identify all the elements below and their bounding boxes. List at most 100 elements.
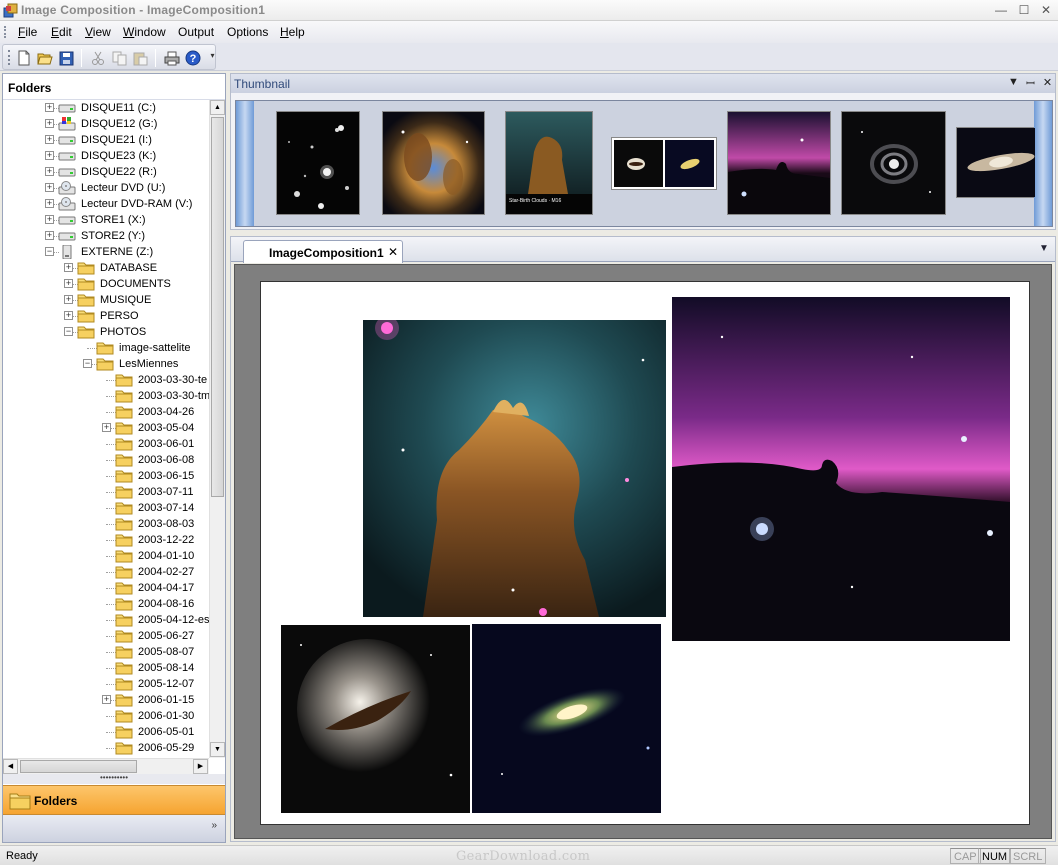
photo-centaurus-galaxy[interactable] bbox=[281, 625, 470, 813]
expand-icon[interactable]: + bbox=[64, 279, 73, 288]
expand-icon[interactable]: + bbox=[102, 423, 111, 432]
tree-item[interactable]: + DISQUE21 (I:) bbox=[3, 132, 209, 148]
tree-item[interactable]: + Lecteur DVD (U:) bbox=[3, 180, 209, 196]
tree-item[interactable]: 2003-06-08 bbox=[3, 452, 209, 468]
scroll-right-icon[interactable]: ▶ bbox=[193, 759, 208, 774]
expand-icon[interactable]: + bbox=[45, 199, 54, 208]
tree-item[interactable]: 2005-12-07 bbox=[3, 676, 209, 692]
thumbnail-scroll-right[interactable] bbox=[1034, 101, 1052, 226]
pin-icon[interactable]: ꟷ bbox=[1024, 76, 1037, 90]
dropdown-icon[interactable]: ▼ bbox=[1007, 76, 1020, 90]
tree-item[interactable]: 2003-06-15 bbox=[3, 468, 209, 484]
photo-pillars-of-creation[interactable] bbox=[363, 320, 666, 617]
toolbar-grip[interactable] bbox=[8, 50, 10, 65]
menu-grip[interactable] bbox=[4, 26, 7, 38]
menu-view[interactable]: View bbox=[85, 25, 111, 39]
menu-edit[interactable]: Edit bbox=[51, 25, 72, 39]
photo-edge-on-galaxy[interactable] bbox=[472, 624, 661, 813]
tree-item[interactable]: +2006-01-15 bbox=[3, 692, 209, 708]
thumbnail-pillars-star-birth[interactable]: Star-Birth Clouds · M16 bbox=[505, 111, 593, 215]
tree-item[interactable]: + Lecteur DVD-RAM (V:) bbox=[3, 196, 209, 212]
tree-item[interactable]: 2005-08-14 bbox=[3, 660, 209, 676]
panel-splitter[interactable]: •••••••••• bbox=[3, 774, 225, 784]
tree-item[interactable]: 2005-06-27 bbox=[3, 628, 209, 644]
folders-nav-button[interactable]: Folders bbox=[3, 785, 225, 815]
scroll-up-icon[interactable]: ▲ bbox=[210, 100, 225, 115]
thumbnail-edge-on-galaxy[interactable] bbox=[956, 127, 1035, 198]
tree-item[interactable]: 2003-08-03 bbox=[3, 516, 209, 532]
paste-icon[interactable] bbox=[131, 49, 149, 67]
maximize-icon[interactable]: ☐ bbox=[1015, 3, 1033, 18]
scroll-down-icon[interactable]: ▼ bbox=[210, 742, 225, 757]
save-icon[interactable] bbox=[57, 49, 75, 67]
tree-item[interactable]: 2005-08-07 bbox=[3, 644, 209, 660]
collapse-icon[interactable]: − bbox=[45, 247, 54, 256]
close-icon[interactable]: ✕ bbox=[1037, 3, 1055, 18]
expand-icon[interactable]: + bbox=[45, 231, 54, 240]
tree-item[interactable]: − LesMiennes bbox=[3, 356, 209, 372]
collapse-icon[interactable]: − bbox=[83, 359, 92, 368]
expand-icon[interactable]: + bbox=[45, 103, 54, 112]
scroll-thumb[interactable] bbox=[211, 117, 224, 497]
print-icon[interactable] bbox=[163, 49, 181, 67]
minimize-icon[interactable]: — bbox=[992, 3, 1010, 18]
tree-item[interactable]: 2004-04-17 bbox=[3, 580, 209, 596]
thumbnail-eagle-nebula[interactable] bbox=[382, 111, 485, 215]
menu-window[interactable]: Window bbox=[123, 25, 166, 39]
tree-item[interactable]: 2006-05-01 bbox=[3, 724, 209, 740]
tree-item[interactable]: 2004-08-16 bbox=[3, 596, 209, 612]
thumbnail-galaxy-cluster[interactable] bbox=[276, 111, 360, 215]
tree-item[interactable]: + STORE1 (X:) bbox=[3, 212, 209, 228]
new-icon[interactable] bbox=[15, 49, 33, 67]
tree-item[interactable]: − PHOTOS bbox=[3, 324, 209, 340]
tree-item[interactable]: + DISQUE12 (G:) bbox=[3, 116, 209, 132]
expand-icon[interactable]: + bbox=[45, 183, 54, 192]
tree-item[interactable]: + DOCUMENTS bbox=[3, 276, 209, 292]
menu-options[interactable]: Options bbox=[227, 25, 268, 39]
expand-icon[interactable]: + bbox=[45, 167, 54, 176]
folder-tree[interactable]: + DISQUE11 (C:) + DISQUE12 (G:) + DISQUE21 (I… bbox=[3, 100, 209, 758]
expand-icon[interactable]: + bbox=[64, 295, 73, 304]
scroll-left-icon[interactable]: ◀ bbox=[3, 759, 18, 774]
menu-file[interactable]: File bbox=[18, 25, 37, 39]
close-icon[interactable]: ✕ bbox=[1041, 76, 1054, 90]
expand-icon[interactable]: + bbox=[45, 119, 54, 128]
tree-item[interactable]: + MUSIQUE bbox=[3, 292, 209, 308]
open-icon[interactable] bbox=[36, 49, 54, 67]
tab-close-icon[interactable]: ✕ bbox=[388, 245, 398, 259]
tab-dropdown-icon[interactable]: ▼ bbox=[1039, 243, 1049, 254]
tree-item[interactable]: 2003-07-14 bbox=[3, 500, 209, 516]
tree-item[interactable]: 2006-05-29 bbox=[3, 740, 209, 756]
expand-icon[interactable]: + bbox=[102, 695, 111, 704]
tree-item[interactable]: + PERSO bbox=[3, 308, 209, 324]
toolbar-overflow-icon[interactable]: ▾ bbox=[208, 51, 217, 69]
tree-item[interactable]: 2004-01-10 bbox=[3, 548, 209, 564]
tree-item[interactable]: +2003-05-04 bbox=[3, 420, 209, 436]
composition-canvas[interactable] bbox=[234, 264, 1052, 839]
tree-item[interactable]: 2005-04-12-es bbox=[3, 612, 209, 628]
tree-item[interactable]: 2003-03-30-tm bbox=[3, 388, 209, 404]
tree-item[interactable]: 2003-06-01 bbox=[3, 436, 209, 452]
copy-icon[interactable] bbox=[110, 49, 128, 67]
thumbnail-strip[interactable]: Star-Birth Clouds · M16 bbox=[235, 100, 1053, 227]
chevron-double-down-icon[interactable]: » bbox=[211, 820, 217, 831]
tree-item[interactable]: 2003-04-26 bbox=[3, 404, 209, 420]
menu-output[interactable]: Output bbox=[178, 25, 214, 39]
tree-item[interactable]: 2003-03-30-te bbox=[3, 372, 209, 388]
thumbnail-two-galaxies[interactable] bbox=[611, 137, 717, 190]
expand-icon[interactable]: + bbox=[64, 311, 73, 320]
cut-icon[interactable] bbox=[89, 49, 107, 67]
tree-item[interactable]: image-sattelite bbox=[3, 340, 209, 356]
menu-help[interactable]: Help bbox=[280, 25, 305, 39]
tree-item[interactable]: 2003-12-22 bbox=[3, 532, 209, 548]
tree-horizontal-scrollbar[interactable]: ◀ ▶ bbox=[3, 758, 209, 774]
hscroll-thumb[interactable] bbox=[20, 760, 137, 773]
tree-item[interactable]: + DISQUE22 (R:) bbox=[3, 164, 209, 180]
expand-icon[interactable]: + bbox=[64, 263, 73, 272]
tree-item[interactable]: + DISQUE11 (C:) bbox=[3, 100, 209, 116]
tree-item[interactable]: + STORE2 (Y:) bbox=[3, 228, 209, 244]
thumbnail-scroll-left[interactable] bbox=[236, 101, 254, 226]
collapse-icon[interactable]: − bbox=[64, 327, 73, 336]
photo-horsehead-nebula[interactable] bbox=[672, 297, 1010, 641]
tree-item[interactable]: 2006-01-30 bbox=[3, 708, 209, 724]
